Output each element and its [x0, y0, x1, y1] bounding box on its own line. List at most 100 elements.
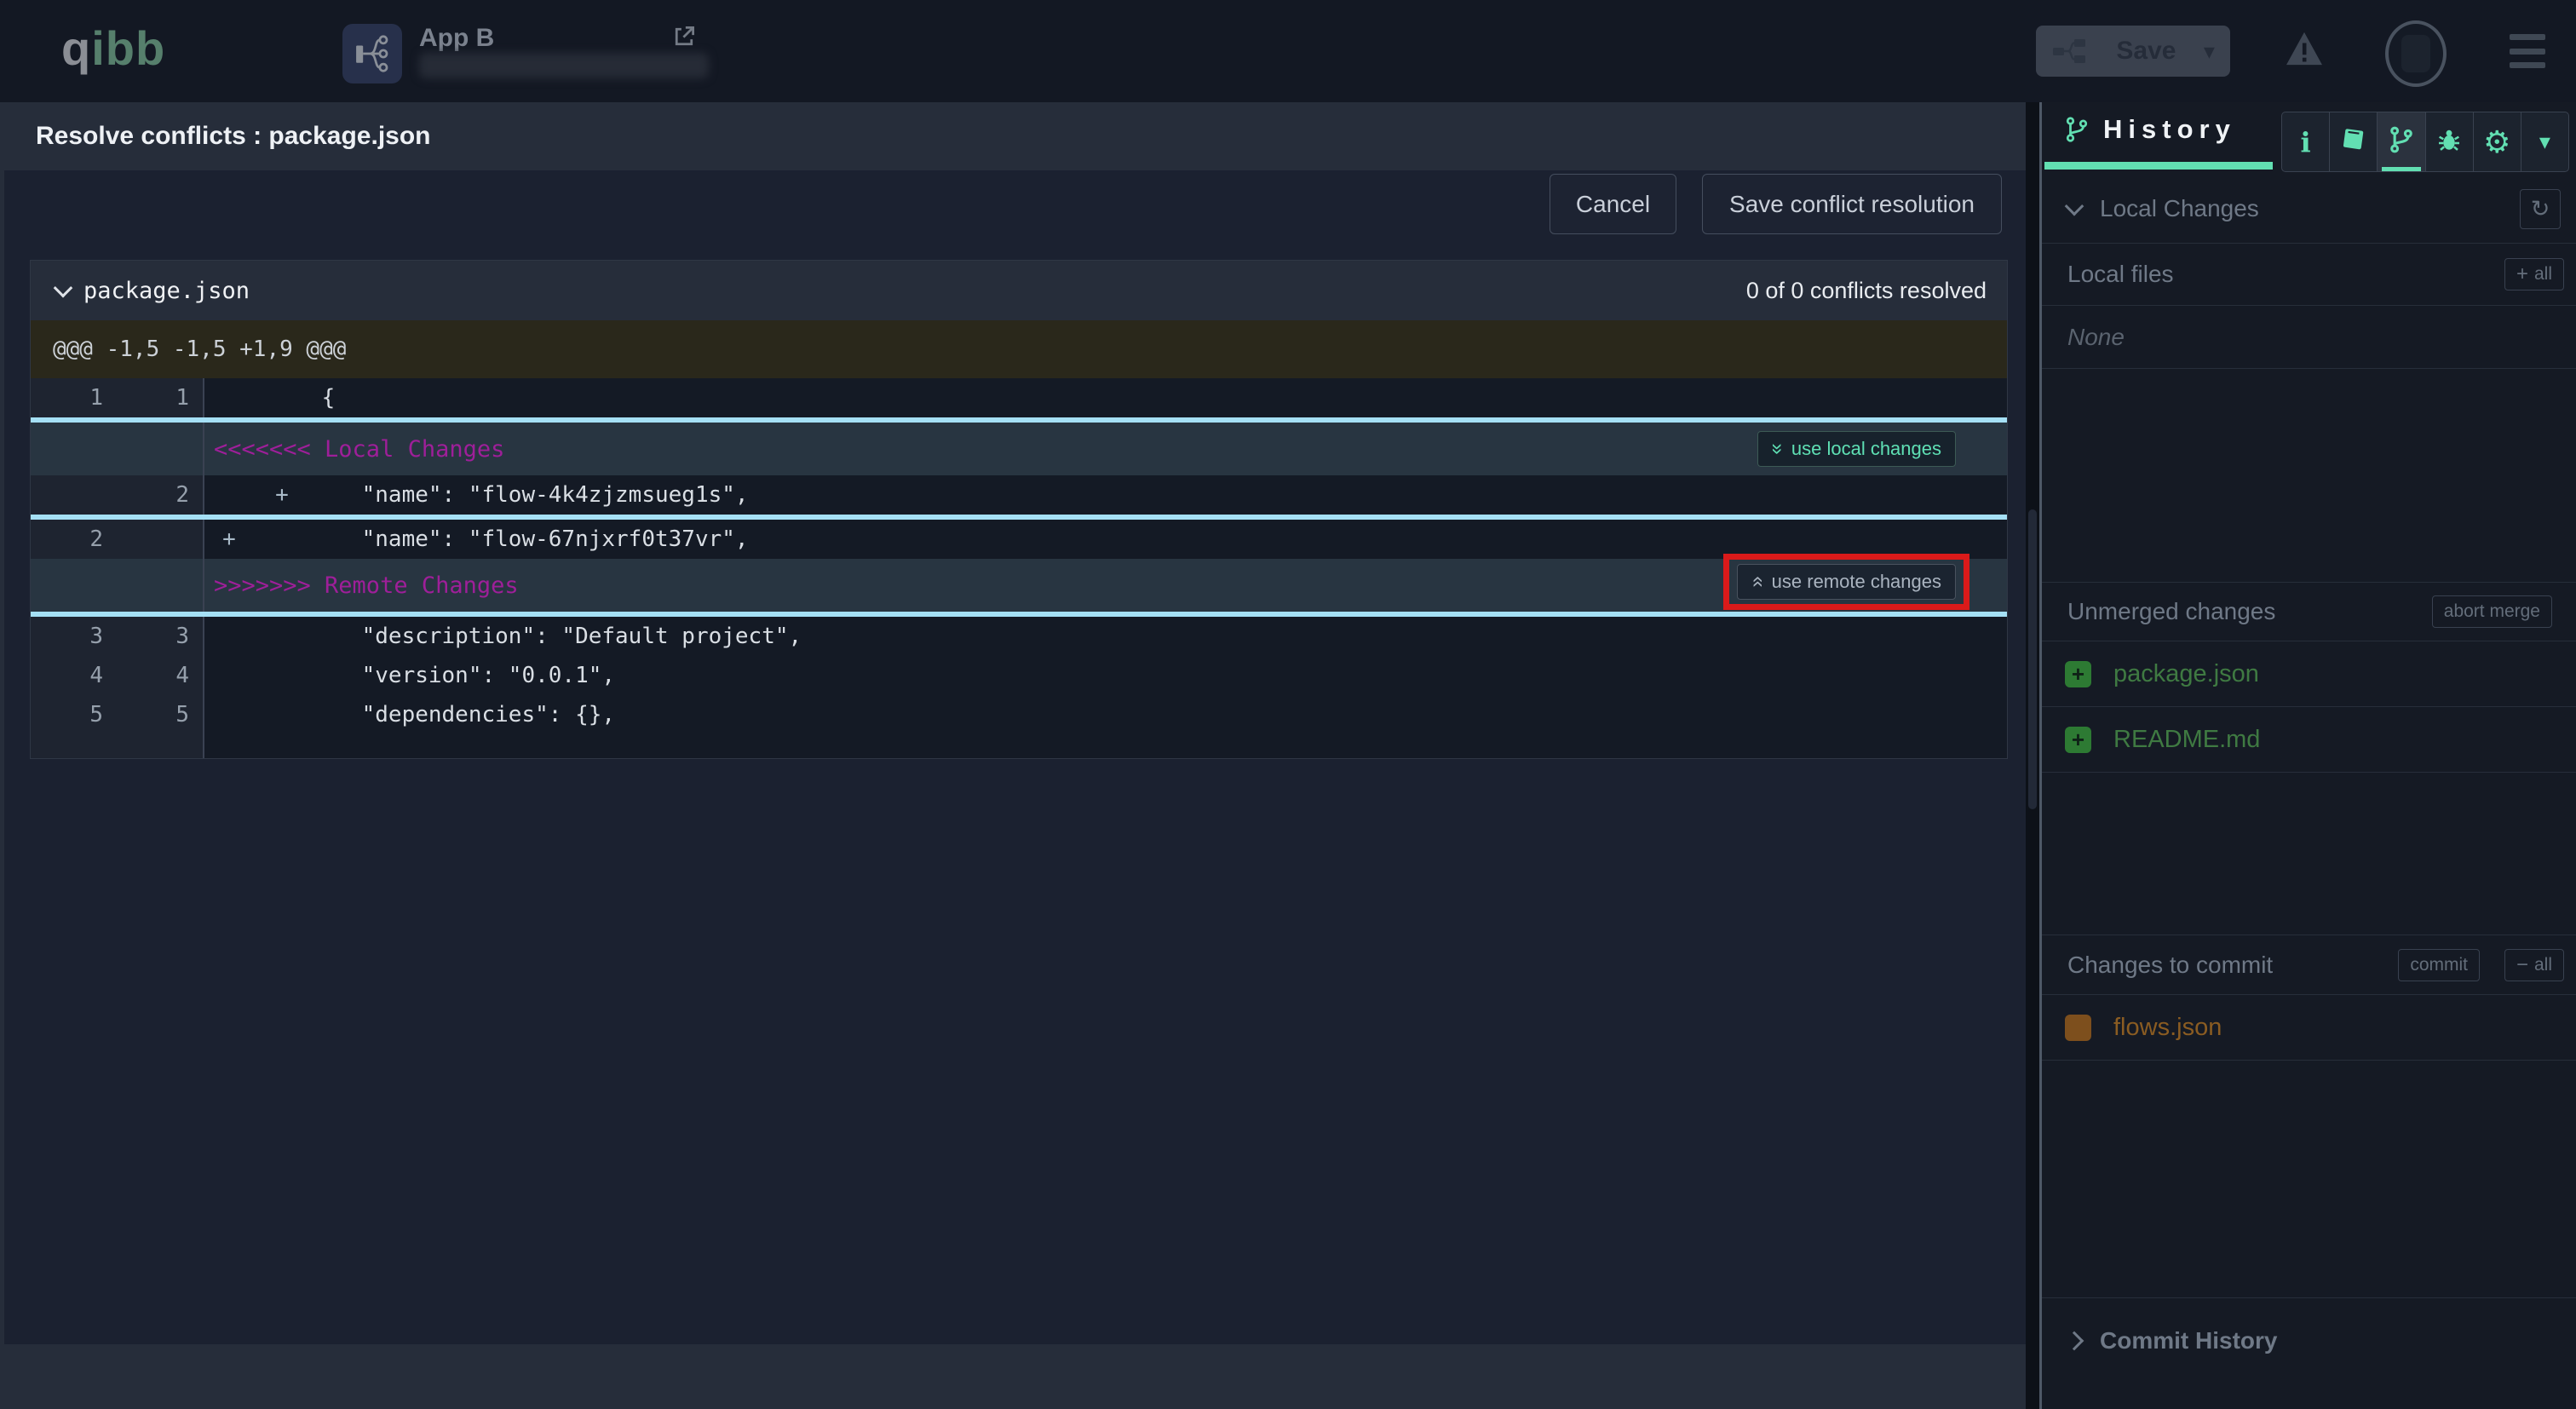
app-url-redacted	[419, 53, 709, 78]
added-file-icon: +	[2065, 727, 2091, 753]
hunk-header: @@@ -1,5 -1,5 +1,9 @@@	[31, 320, 2007, 378]
changes-to-commit-label: Changes to commit	[2067, 952, 2273, 979]
diff-code-text: "version": "0.0.1",	[308, 663, 615, 688]
section-local-changes[interactable]: Local Changes ↻	[2042, 175, 2576, 244]
sidebar-header: History i ⚙ ▾	[2042, 102, 2576, 170]
stage-all-label: all	[2534, 264, 2552, 285]
added-file-icon: +	[2065, 661, 2091, 687]
collapse-chevron-icon[interactable]	[54, 279, 73, 298]
conflict-dialog-titlebar: Resolve conflicts : package.json	[0, 102, 2026, 170]
modified-file-icon	[2065, 1015, 2091, 1041]
caret-down-icon: ▾	[2539, 130, 2550, 153]
file-row-flows.json[interactable]: flows.json	[2042, 995, 2576, 1061]
diff-code-text: "name": "flow-67njxrf0t37vr",	[308, 526, 749, 552]
app-flow-icon[interactable]	[342, 24, 402, 83]
diff-code-row: 2+ "name": "flow-4k4zjzmsueg1s",	[31, 475, 2007, 515]
conflicts-resolved-status: 0 of 0 conflicts resolved	[1746, 278, 1987, 304]
sidebar-title: History	[2064, 114, 2236, 145]
line-number-left: 2	[31, 520, 117, 559]
conflict-divider-line	[31, 515, 2007, 520]
deploy-nodes-icon	[2051, 37, 2089, 65]
double-chevron-down-icon: »	[1767, 443, 1787, 454]
unmerged-files-list: + package.json + README.md	[2042, 641, 2576, 773]
bug-icon	[2435, 126, 2463, 158]
line-number-gutter: 2	[31, 520, 203, 559]
section-commit-history[interactable]: Commit History	[2042, 1297, 2576, 1383]
history-sidebar: History i⚙▾ Local Changes ↻ Local files …	[2039, 102, 2576, 1409]
sidebar-tab-book[interactable]	[2330, 112, 2378, 171]
changes-to-commit-header: Changes to commit commit − all	[2042, 935, 2576, 995]
sidebar-tab-caret-down[interactable]: ▾	[2521, 112, 2568, 171]
conflict-marker-remote-row: >>>>>>> Remote Changes »use remote change…	[31, 559, 2007, 612]
file-name: package.json	[2113, 660, 2259, 688]
sidebar-tab-bug[interactable]	[2426, 112, 2474, 171]
diff-marker-col2: +	[256, 482, 308, 508]
diff-marker-col1: +	[203, 526, 256, 552]
stage-all-button[interactable]: + all	[2504, 258, 2564, 290]
diff-code-row: 44 "version": "0.0.1",	[31, 656, 2007, 695]
file-row-README.md[interactable]: + README.md	[2042, 707, 2576, 773]
plus-icon: +	[2516, 264, 2528, 285]
diff-code-body: "version": "0.0.1",	[203, 656, 2007, 695]
chevron-down-icon	[2065, 197, 2084, 216]
commit-button[interactable]: commit	[2398, 949, 2480, 981]
info-icon: i	[2301, 126, 2311, 158]
avatar-placeholder	[2401, 35, 2430, 72]
external-link-icon[interactable]	[671, 24, 697, 54]
conflict-start-line	[31, 417, 2007, 423]
file-row-package.json[interactable]: + package.json	[2042, 641, 2576, 707]
commit-history-label: Commit History	[2100, 1327, 2277, 1354]
line-number-right: 1	[117, 378, 203, 417]
line-number-right: 4	[117, 656, 203, 695]
main-menu-icon[interactable]	[2510, 34, 2545, 68]
double-chevron-up-icon: »	[1747, 576, 1768, 587]
use-local-changes-label: use local changes	[1791, 438, 1941, 460]
git-branch-icon	[2388, 125, 2415, 158]
diff-rows: 11 {<<<<<<< Local Changes»use local chan…	[31, 378, 2007, 758]
remote-changes-marker: >>>>>>> Remote Changes	[31, 572, 519, 599]
line-number-gutter: 44	[31, 656, 203, 695]
diff-code-body: "description": "Default project",	[203, 617, 2007, 656]
refresh-button[interactable]: ↻	[2520, 189, 2561, 229]
sidebar-tabs: i ⚙ ▾	[2281, 112, 2569, 172]
save-dropdown-caret-icon[interactable]: ▾	[2204, 38, 2215, 65]
sidebar-tab-info[interactable]: i	[2282, 112, 2330, 171]
annotation-highlight-box: »use remote changes	[1723, 554, 1969, 610]
abort-merge-button[interactable]: abort merge	[2432, 595, 2552, 628]
line-number-gutter: 33	[31, 617, 203, 656]
diff-file-header[interactable]: package.json 0 of 0 conflicts resolved	[31, 261, 2007, 320]
file-name: README.md	[2113, 726, 2260, 754]
local-changes-label: Local Changes	[2100, 195, 2259, 222]
active-panel-underline	[2044, 162, 2273, 170]
line-number-gutter: 55	[31, 695, 203, 734]
left-edge-strip	[0, 102, 4, 1409]
commit-files-list: flows.json	[2042, 995, 2576, 1061]
diff-code-body: {	[203, 378, 2007, 417]
workspace-footer-strip	[0, 1344, 2026, 1409]
diff-code-text: {	[308, 385, 335, 411]
qibb-logo[interactable]: qibb	[61, 20, 165, 76]
cancel-button[interactable]: Cancel	[1550, 174, 1676, 234]
logo-letters-ibb: ibb	[91, 21, 165, 75]
page: { "topbar": { "logo_q": "q", "logo_rest"…	[0, 0, 2576, 1409]
line-number-gutter: 11	[31, 378, 203, 417]
save-conflict-resolution-button[interactable]: Save conflict resolution	[1702, 174, 2002, 234]
line-number-right: 2	[117, 475, 203, 515]
save-deploy-button[interactable]: Save ▾	[2036, 26, 2230, 77]
diff-panel: package.json 0 of 0 conflicts resolved @…	[30, 260, 2008, 759]
sidebar-tab-gear[interactable]: ⚙	[2474, 112, 2521, 171]
use-local-changes-button[interactable]: » use local changes	[1757, 431, 1956, 467]
user-avatar[interactable]	[2385, 20, 2447, 87]
sidebar-tab-git-branch[interactable]	[2378, 112, 2425, 171]
main-scrollbar-thumb[interactable]	[2028, 509, 2037, 809]
unstage-all-button[interactable]: − all	[2504, 949, 2564, 981]
minus-icon: −	[2516, 955, 2528, 975]
unmerged-changes-label: Unmerged changes	[2067, 598, 2275, 625]
sidebar-title-text: History	[2103, 114, 2236, 145]
save-label: Save	[2116, 37, 2176, 66]
app-name: App B	[419, 24, 494, 53]
line-number-right	[117, 520, 203, 559]
use-remote-changes-button[interactable]: »use remote changes	[1737, 564, 1956, 600]
warning-icon[interactable]	[2285, 31, 2324, 71]
unstage-all-label: all	[2534, 955, 2552, 975]
